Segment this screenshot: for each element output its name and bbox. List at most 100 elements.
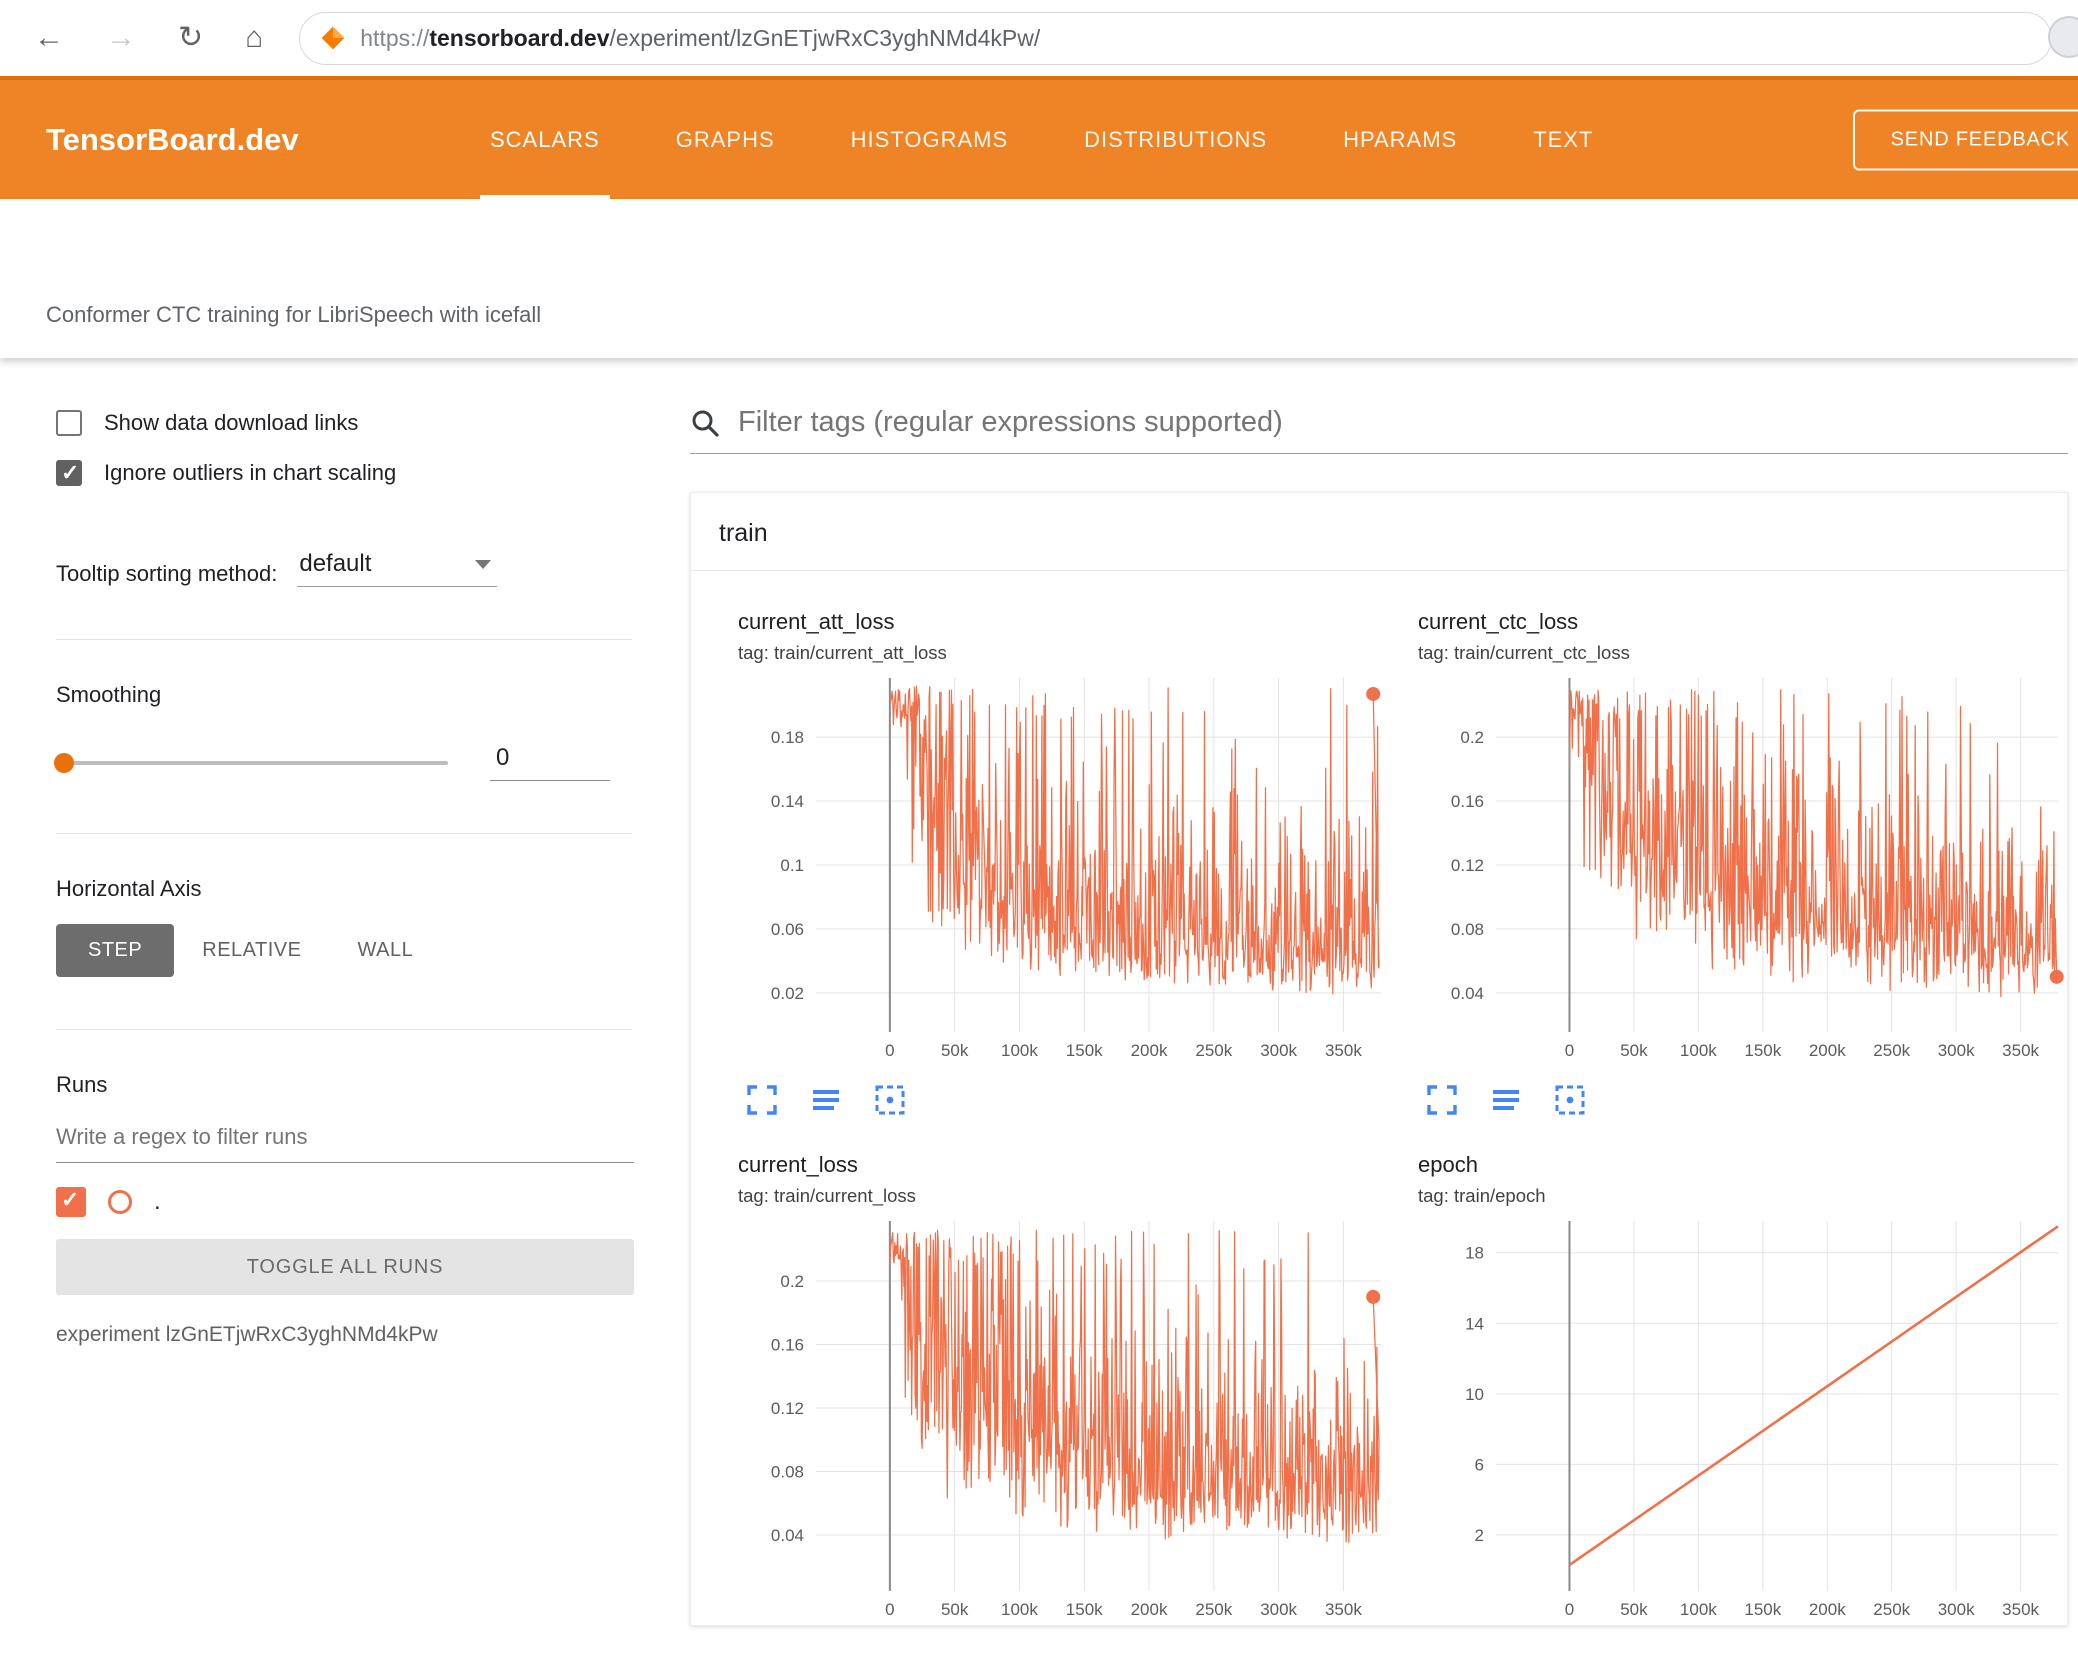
tab-scalars[interactable]: SCALARS (452, 80, 638, 199)
tab-hparams[interactable]: HPARAMS (1305, 80, 1495, 199)
filter-tags-input[interactable] (738, 406, 2068, 439)
chart-title: current_loss (738, 1152, 858, 1177)
smoothing-slider[interactable] (54, 752, 448, 773)
svg-text:0.02: 0.02 (771, 984, 804, 1003)
svg-text:0.16: 0.16 (1451, 792, 1484, 811)
tab-distributions[interactable]: DISTRIBUTIONS (1046, 80, 1305, 199)
svg-text:50k: 50k (941, 1600, 969, 1619)
svg-text:250k: 250k (1873, 1600, 1910, 1619)
svg-text:0.08: 0.08 (1451, 920, 1484, 939)
tooltip-sorting-select[interactable]: default (297, 550, 498, 587)
chart-cell-current-att-loss: current_att_loss tag: train/current_att_… (736, 609, 1416, 1118)
experiment-description: Conformer CTC training for LibriSpeech w… (46, 302, 542, 327)
ignore-outliers-checkbox[interactable] (56, 460, 82, 486)
svg-text:0.04: 0.04 (771, 1526, 804, 1545)
runs-filter-input[interactable] (56, 1116, 634, 1163)
expand-chart-icon[interactable] (1424, 1082, 1460, 1118)
run-row: . (56, 1187, 660, 1217)
svg-text:2: 2 (1475, 1526, 1484, 1545)
address-bar[interactable]: https://tensorboard.dev/experiment/lzGnE… (299, 11, 2052, 65)
axis-step-button[interactable]: STEP (56, 924, 175, 977)
nav-tabs: SCALARS GRAPHS HISTOGRAMS DISTRIBUTIONS … (452, 80, 1631, 199)
browser-toolbar: ← → ↻ ⌂ https://tensorboard.dev/experime… (0, 0, 2078, 76)
svg-text:0.12: 0.12 (1451, 856, 1484, 875)
axis-relative-button[interactable]: RELATIVE (174, 924, 329, 977)
tab-graphs[interactable]: GRAPHS (638, 80, 813, 199)
horizontal-axis-label: Horizontal Axis (56, 876, 202, 901)
forward-icon[interactable]: → (106, 23, 136, 53)
runs-label: Runs (56, 1072, 108, 1097)
smoothing-value-input[interactable] (490, 744, 610, 781)
svg-text:0.2: 0.2 (1460, 728, 1484, 747)
svg-text:350k: 350k (1325, 1600, 1362, 1619)
filter-tags-row (690, 406, 2068, 454)
tab-histograms[interactable]: HISTOGRAMS (813, 80, 1047, 199)
svg-text:18: 18 (1465, 1244, 1484, 1263)
reload-icon[interactable]: ↻ (178, 23, 203, 53)
tensorboard-favicon (321, 26, 345, 50)
svg-text:150k: 150k (1066, 1041, 1103, 1060)
svg-text:300k: 300k (1260, 1600, 1297, 1619)
epoch-chart[interactable]: 2 6 10 14 18 0 50k 100k 150k 200k 250k 300k 350k (1416, 1221, 2072, 1625)
home-icon[interactable]: ⌂ (245, 23, 263, 53)
svg-text:0.12: 0.12 (771, 1399, 804, 1418)
svg-text:0.14: 0.14 (771, 792, 804, 811)
svg-text:100k: 100k (1680, 1600, 1717, 1619)
svg-text:50k: 50k (1620, 1041, 1648, 1060)
train-card: train current_att_loss tag: train/curren… (690, 492, 2068, 1626)
back-icon[interactable]: ← (34, 23, 64, 53)
svg-text:0.04: 0.04 (1451, 984, 1484, 1003)
svg-text:14: 14 (1465, 1314, 1484, 1333)
svg-text:0.2: 0.2 (780, 1272, 804, 1291)
sidebar-divider (56, 1029, 632, 1030)
chart-cell-epoch: epoch tag: train/epoch 2 6 10 14 18 0 50k 100k 1… (1416, 1152, 2067, 1625)
chart-cell-current-loss: current_loss tag: train/current_loss 0.0… (736, 1152, 1416, 1625)
url-text: https://tensorboard.dev/experiment/lzGnE… (360, 24, 1041, 51)
svg-text:350k: 350k (1325, 1041, 1362, 1060)
app-logo: TensorBoard.dev (46, 121, 299, 157)
run-name: . (154, 1188, 161, 1215)
svg-text:50k: 50k (1620, 1600, 1648, 1619)
axis-wall-button[interactable]: WALL (329, 924, 441, 977)
svg-text:6: 6 (1475, 1455, 1484, 1474)
send-feedback-button[interactable]: SEND FEEDBACK (1852, 109, 2078, 170)
browser-avatar[interactable] (2048, 16, 2078, 58)
expand-chart-icon[interactable] (744, 1082, 780, 1118)
svg-text:150k: 150k (1744, 1600, 1781, 1619)
svg-text:0.08: 0.08 (771, 1462, 804, 1481)
fit-domain-icon[interactable] (1552, 1082, 1588, 1118)
svg-text:0.06: 0.06 (771, 920, 804, 939)
tab-text[interactable]: TEXT (1495, 80, 1631, 199)
train-section-header[interactable]: train (691, 493, 2067, 571)
smoothing-slider-knob[interactable] (54, 752, 74, 773)
ignore-outliers-label: Ignore outliers in chart scaling (104, 460, 397, 485)
dropdown-arrow-icon (475, 559, 492, 569)
chart-title: current_ctc_loss (1418, 609, 1579, 634)
svg-text:200k: 200k (1131, 1041, 1168, 1060)
sidebar-divider (56, 639, 632, 640)
svg-text:0.16: 0.16 (771, 1335, 804, 1354)
show-download-label: Show data download links (104, 410, 359, 435)
current-ctc-loss-chart[interactable]: 0.04 0.08 0.12 0.16 0.2 0 50k 100k 150k 200k 250k 3… (1416, 678, 2072, 1066)
svg-text:250k: 250k (1195, 1600, 1232, 1619)
svg-text:200k: 200k (1809, 1041, 1846, 1060)
show-download-checkbox[interactable] (56, 410, 82, 436)
svg-text:200k: 200k (1809, 1600, 1846, 1619)
current-loss-chart[interactable]: 0.04 0.08 0.12 0.16 0.2 0 50k 100k 150k 200k 250k 3… (736, 1221, 1395, 1625)
tooltip-sorting-value: default (299, 550, 372, 577)
svg-text:0: 0 (885, 1600, 894, 1619)
toggle-all-runs-button[interactable]: TOGGLE ALL RUNS (56, 1239, 634, 1295)
current-att-loss-chart[interactable]: 0.02 0.06 0.1 0.14 0.18 0 50k 100k 150k 200k 250k 3… (736, 678, 1395, 1066)
svg-text:100k: 100k (1680, 1041, 1717, 1060)
svg-text:0.1: 0.1 (780, 856, 804, 875)
svg-text:350k: 350k (2002, 1600, 2039, 1619)
run-checkbox[interactable] (56, 1187, 86, 1217)
svg-text:0: 0 (1565, 1600, 1574, 1619)
svg-text:350k: 350k (2002, 1041, 2039, 1060)
runs-list-icon[interactable] (1488, 1082, 1524, 1118)
runs-list-icon[interactable] (808, 1082, 844, 1118)
search-icon (692, 410, 719, 437)
tooltip-sorting-label: Tooltip sorting method: (56, 561, 278, 586)
chart-tag: tag: train/current_ctc_loss (1418, 642, 1630, 663)
fit-domain-icon[interactable] (872, 1082, 908, 1118)
